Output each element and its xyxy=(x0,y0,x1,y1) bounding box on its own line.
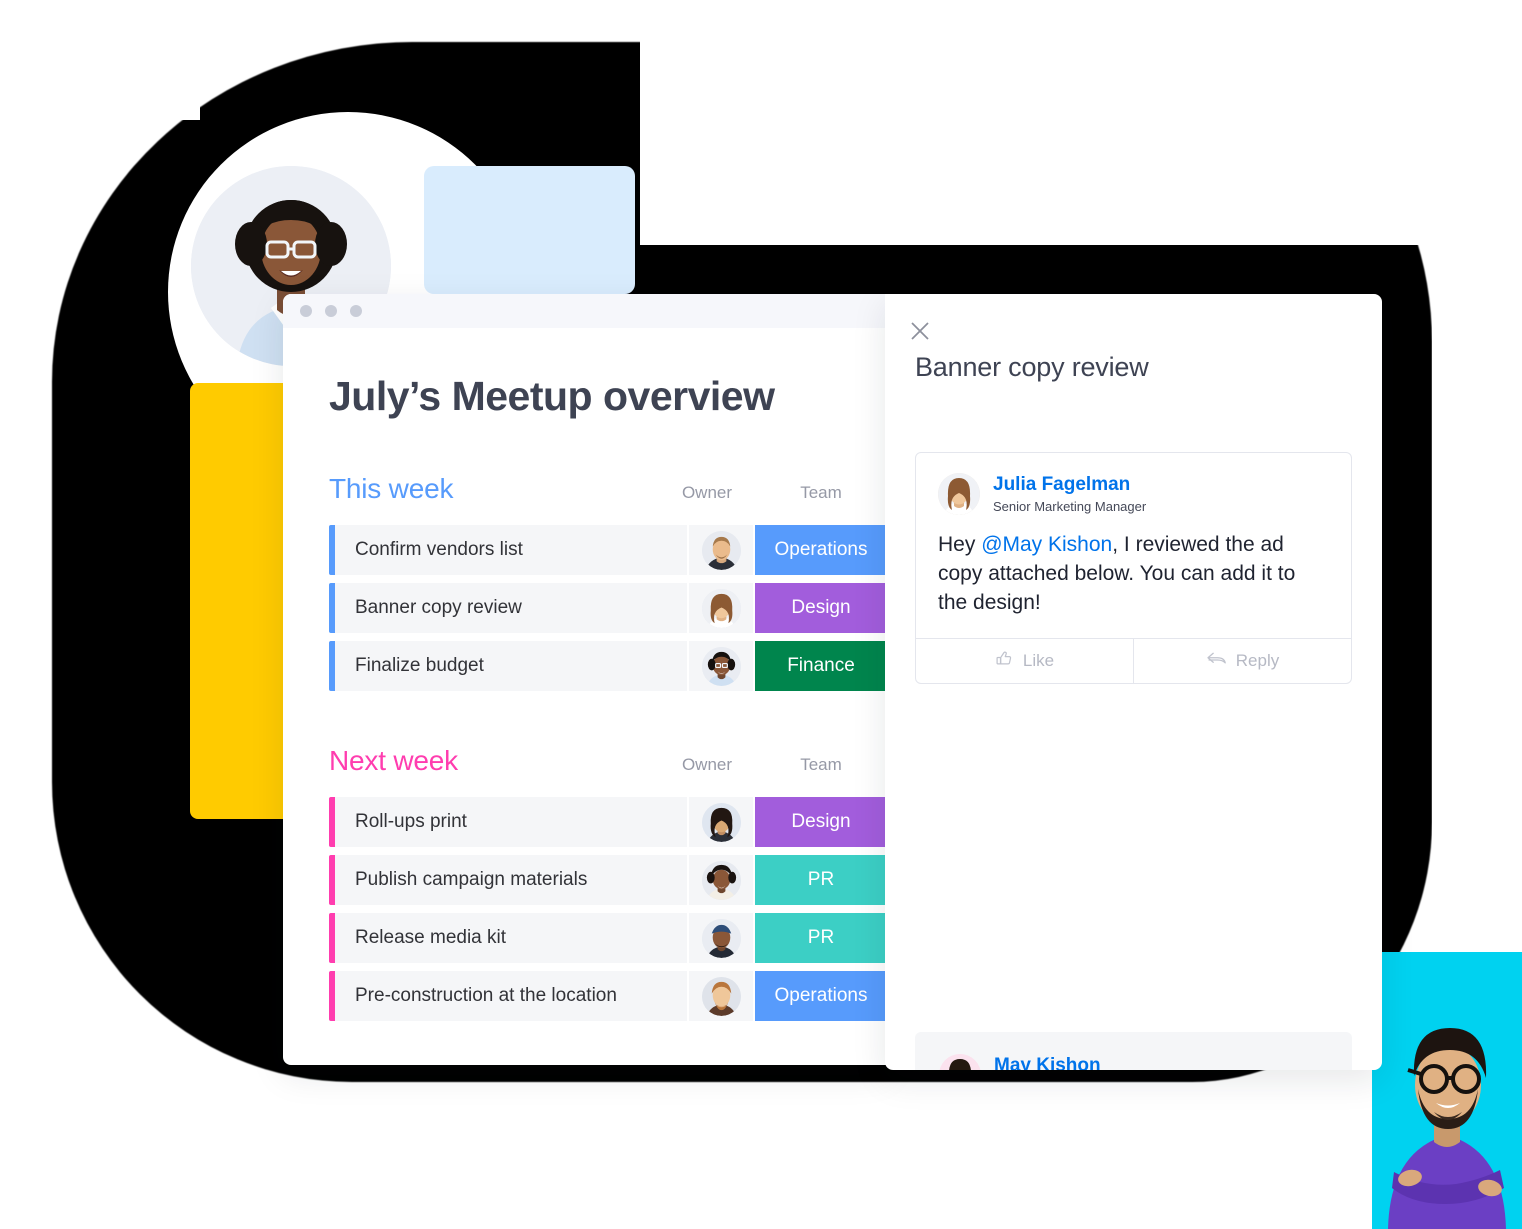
table-row[interactable]: Finalize budget Finance xyxy=(329,641,887,692)
blob-topright-mask xyxy=(640,0,1520,245)
window-dot-maximize[interactable] xyxy=(350,305,362,317)
table-row[interactable]: Publish campaign materials PR xyxy=(329,855,887,906)
task-list-next-week: Roll-ups print Design Publish campaign m… xyxy=(329,797,887,1022)
task-name: Pre-construction at the location xyxy=(335,971,687,1022)
comment-author-meta: Julia Fagelman Senior Marketing Manager xyxy=(993,474,1146,514)
comment-actions: Like Reply xyxy=(916,637,1351,683)
owner-avatar xyxy=(701,646,741,686)
reply-arrow-icon xyxy=(1206,650,1227,672)
task-name: Roll-ups print xyxy=(335,797,687,848)
team-badge: PR xyxy=(755,913,887,964)
reply-button[interactable]: Reply xyxy=(1133,638,1351,683)
task-name: Confirm vendors list xyxy=(335,525,687,576)
owner-cell[interactable] xyxy=(689,525,753,576)
window-dot-minimize[interactable] xyxy=(325,305,337,317)
owner-avatar xyxy=(701,918,741,958)
reply-author-name: May Kishon xyxy=(994,1054,1101,1070)
table-row[interactable]: Confirm vendors list Operations xyxy=(329,525,887,576)
comment-author-name: Julia Fagelman xyxy=(993,474,1131,496)
thumbs-up-icon xyxy=(995,649,1014,673)
reply-author-meta: May Kishon Designer xyxy=(994,1055,1101,1070)
owner-cell[interactable] xyxy=(689,971,753,1022)
cyan-person-card xyxy=(1372,952,1522,1229)
table-row[interactable]: Banner copy review Design xyxy=(329,583,887,634)
owner-cell[interactable] xyxy=(689,913,753,964)
owner-avatar xyxy=(701,588,741,628)
avatar xyxy=(938,473,980,515)
section-next-week: Next week Owner Team Roll-ups print Desi… xyxy=(329,745,887,1022)
section-this-week: This week Owner Team Confirm vendors lis… xyxy=(329,473,887,692)
reply-author-row: May Kishon Designer xyxy=(939,1054,1328,1070)
column-header-team: Team xyxy=(800,483,842,503)
section-title-this-week: This week xyxy=(329,473,454,505)
reply-label: Reply xyxy=(1235,650,1280,670)
owner-avatar xyxy=(701,976,741,1016)
section-header: This week Owner Team xyxy=(329,473,887,511)
section-title-next-week: Next week xyxy=(329,745,458,777)
comment-card: Julia Fagelman Senior Marketing Manager … xyxy=(915,452,1352,684)
avatar xyxy=(939,1054,981,1070)
reply-card: May Kishon Designer Thanks! Here is the … xyxy=(915,1032,1352,1070)
table-row[interactable]: Pre-construction at the location Operati… xyxy=(329,971,887,1022)
task-list-this-week: Confirm vendors list Operations Banner c… xyxy=(329,525,887,692)
window-titlebar xyxy=(283,294,887,328)
task-name: Publish campaign materials xyxy=(335,855,687,906)
owner-cell[interactable] xyxy=(689,583,753,634)
comment-text-before: Hey xyxy=(938,533,982,556)
hero-illustration: July’s Meetup overview This week Owner T… xyxy=(0,0,1522,1229)
comment-author-row: Julia Fagelman Senior Marketing Manager xyxy=(938,473,1329,515)
team-badge: PR xyxy=(755,855,887,906)
page-title: July’s Meetup overview xyxy=(329,373,775,419)
panel-title: Banner copy review xyxy=(915,352,1149,382)
mention-link[interactable]: @May Kishon xyxy=(981,533,1112,556)
column-header-owner: Owner xyxy=(681,755,733,775)
section-header: Next week Owner Team xyxy=(329,745,887,783)
team-badge: Design xyxy=(755,797,887,848)
team-badge: Operations xyxy=(755,971,887,1022)
owner-cell[interactable] xyxy=(689,641,753,692)
like-label: Like xyxy=(1022,650,1055,670)
blob-topleft-mask xyxy=(0,0,200,120)
window-dot-close[interactable] xyxy=(300,305,312,317)
owner-avatar xyxy=(701,860,741,900)
table-row[interactable]: Release media kit PR xyxy=(329,913,887,964)
board-window: July’s Meetup overview This week Owner T… xyxy=(283,294,887,1065)
table-row[interactable]: Roll-ups print Design xyxy=(329,797,887,848)
item-updates-panel: Banner copy review Julia Fagelman Senior… xyxy=(885,294,1382,1070)
task-name: Finalize budget xyxy=(335,641,687,692)
light-blue-decorative-rectangle xyxy=(424,166,635,294)
team-badge: Operations xyxy=(755,525,887,576)
blob-bottom-mask xyxy=(240,1092,1440,1229)
owner-cell[interactable] xyxy=(689,855,753,906)
owner-avatar xyxy=(701,530,741,570)
task-name: Release media kit xyxy=(335,913,687,964)
comment-author-role: Senior Marketing Manager xyxy=(993,498,1147,514)
like-button[interactable]: Like xyxy=(916,639,1133,683)
team-badge: Design xyxy=(755,583,887,634)
column-header-owner: Owner xyxy=(681,483,733,503)
close-icon[interactable] xyxy=(909,320,931,342)
task-name: Banner copy review xyxy=(335,583,687,634)
comment-text: Hey @May Kishon, I reviewed the ad copy … xyxy=(938,531,1329,618)
owner-cell[interactable] xyxy=(689,797,753,848)
owner-avatar xyxy=(701,802,741,842)
team-badge: Finance xyxy=(755,641,887,692)
column-header-team: Team xyxy=(800,755,842,775)
